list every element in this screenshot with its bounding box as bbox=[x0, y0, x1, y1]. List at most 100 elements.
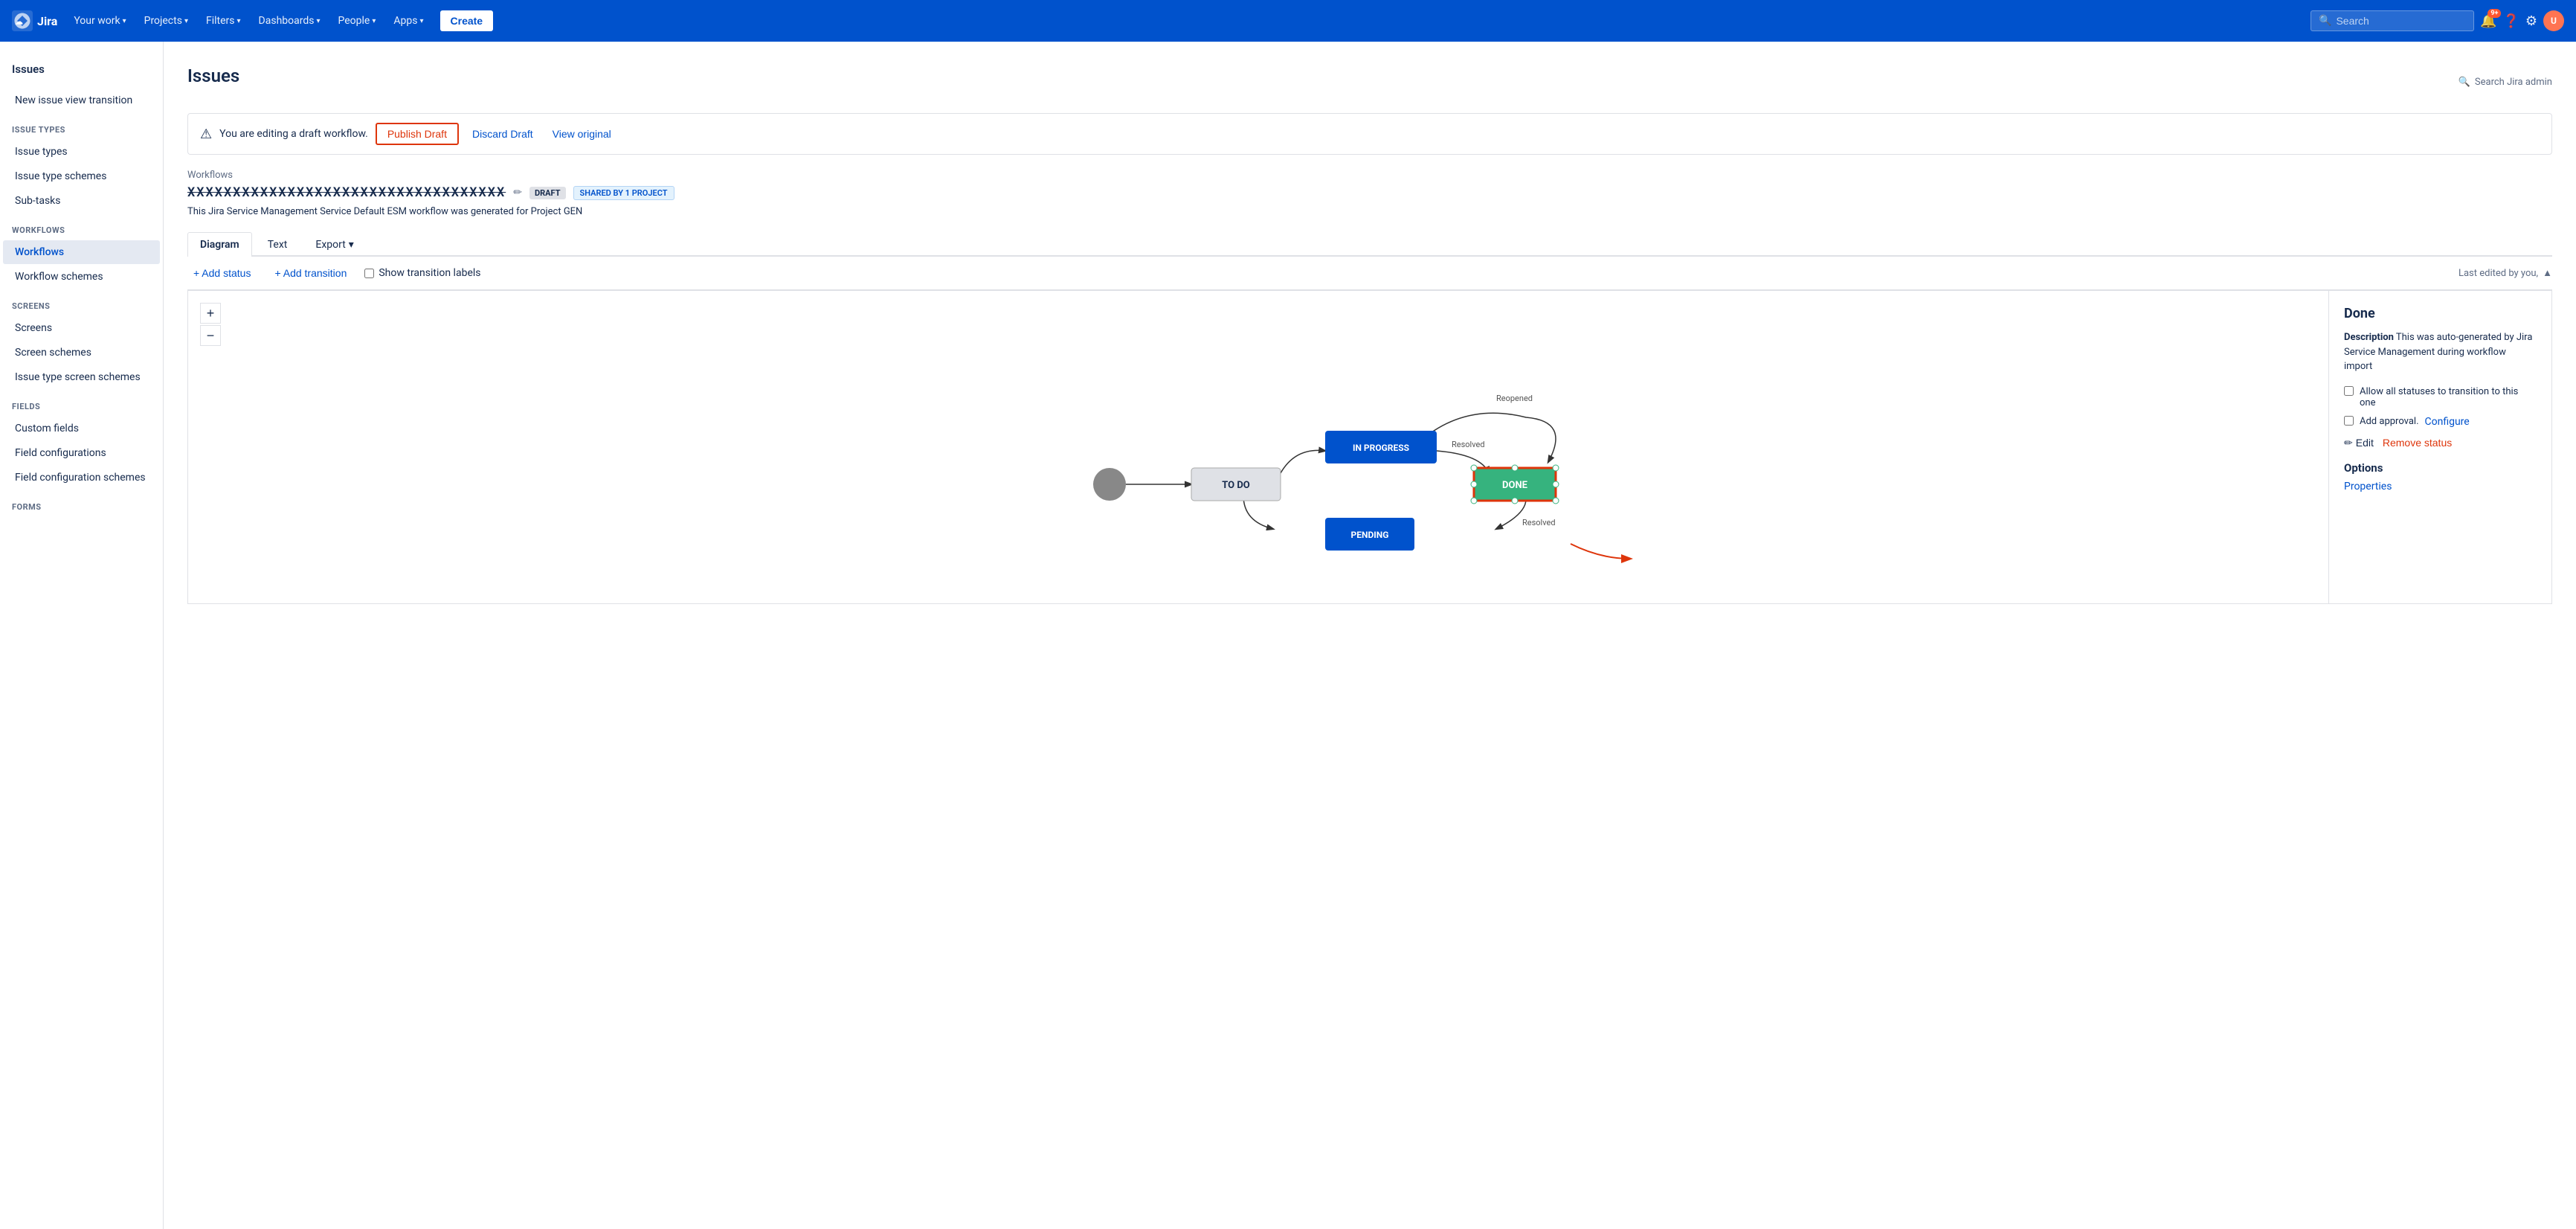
tab-diagram[interactable]: Diagram bbox=[187, 232, 252, 257]
start-node bbox=[1093, 468, 1126, 501]
publish-draft-button[interactable]: Publish Draft bbox=[376, 123, 459, 145]
tab-export[interactable]: Export ▾ bbox=[303, 232, 366, 257]
chevron-down-icon: ▾ bbox=[237, 17, 241, 25]
description-label: Description bbox=[2344, 332, 2394, 343]
breadcrumb: Workflows bbox=[187, 170, 2552, 181]
nav-apps[interactable]: Apps ▾ bbox=[386, 10, 431, 31]
search-admin-button[interactable]: 🔍 Search Jira admin bbox=[2459, 77, 2552, 88]
add-transition-button[interactable]: + Add transition bbox=[268, 264, 352, 282]
sidebar-item-screens[interactable]: Screens bbox=[3, 316, 160, 340]
draft-banner-message: You are editing a draft workflow. bbox=[219, 128, 368, 140]
chevron-down-icon: ▾ bbox=[372, 17, 376, 25]
chevron-up-icon: ▲ bbox=[2543, 267, 2552, 279]
app-layout: Issues New issue view transition ISSUE T… bbox=[0, 0, 2576, 1229]
add-approval-checkbox[interactable] bbox=[2344, 416, 2354, 426]
settings-button[interactable]: ⚙ bbox=[2525, 13, 2537, 29]
diagram-area[interactable]: + − Resolved bbox=[187, 290, 2552, 604]
remove-status-button[interactable]: Remove status bbox=[2383, 437, 2452, 449]
nav-your-work[interactable]: Your work ▾ bbox=[66, 10, 133, 31]
zoom-controls: + − bbox=[200, 303, 221, 346]
add-approval-row: Add approval. Configure bbox=[2344, 416, 2537, 428]
transition-labels-input[interactable] bbox=[364, 269, 374, 278]
sidebar-item-field-configuration-schemes[interactable]: Field configuration schemes bbox=[3, 466, 160, 490]
show-transition-labels-checkbox[interactable]: Show transition labels bbox=[364, 267, 480, 279]
diagram-wrapper: + − Resolved bbox=[187, 290, 2552, 604]
svg-text:PENDING: PENDING bbox=[1351, 530, 1389, 540]
nav-dashboards[interactable]: Dashboards ▾ bbox=[251, 10, 328, 31]
diagram-toolbar: + Add status + Add transition Show trans… bbox=[187, 257, 2552, 290]
svg-text:TO DO: TO DO bbox=[1222, 480, 1250, 491]
shared-badge: SHARED BY 1 PROJECT bbox=[573, 186, 674, 200]
sidebar-top-label: Issues bbox=[0, 57, 163, 88]
sidebar-section-forms: FORMS bbox=[0, 490, 163, 516]
create-button[interactable]: Create bbox=[440, 10, 494, 31]
topnav-right-section: 🔍 🔔 9+ ❓ ⚙ U bbox=[2311, 10, 2564, 31]
sidebar-section-fields: FIELDS bbox=[0, 390, 163, 416]
edit-status-button[interactable]: ✏ Edit bbox=[2344, 437, 2374, 449]
draft-banner: ⚠ You are editing a draft workflow. Publ… bbox=[187, 113, 2552, 155]
top-navigation: ☁ Jira Your work ▾ Projects ▾ Filters ▾ … bbox=[0, 0, 2576, 42]
options-title: Options bbox=[2344, 461, 2537, 475]
search-input[interactable] bbox=[2336, 15, 2455, 27]
help-button[interactable]: ❓ bbox=[2502, 13, 2519, 29]
tab-text[interactable]: Text bbox=[255, 232, 300, 257]
sidebar-item-screen-schemes[interactable]: Screen schemes bbox=[3, 341, 160, 365]
warning-icon: ⚠ bbox=[200, 126, 212, 142]
last-edited-info: Last edited by you, ▲ bbox=[2459, 267, 2552, 279]
sidebar-section-issue-types: ISSUE TYPES bbox=[0, 113, 163, 139]
notifications-button[interactable]: 🔔 9+ bbox=[2480, 13, 2496, 29]
edit-workflow-icon[interactable]: ✏ bbox=[513, 187, 522, 199]
sidebar-section-workflows: WORKFLOWS bbox=[0, 214, 163, 240]
sidebar-item-new-issue-transition[interactable]: New issue view transition bbox=[3, 89, 160, 112]
chevron-down-icon: ▾ bbox=[419, 17, 423, 25]
svg-text:Resolved: Resolved bbox=[1452, 440, 1485, 449]
chevron-down-icon: ▾ bbox=[184, 17, 188, 25]
chevron-down-icon: ▾ bbox=[123, 17, 126, 25]
nav-projects[interactable]: Projects ▾ bbox=[137, 10, 196, 31]
sidebar-item-issue-types[interactable]: Issue types bbox=[3, 140, 160, 164]
properties-link[interactable]: Properties bbox=[2344, 481, 2392, 492]
svg-text:Reopened: Reopened bbox=[1496, 394, 1533, 403]
allow-all-statuses-checkbox[interactable] bbox=[2344, 386, 2354, 396]
app-logo[interactable]: ☁ Jira bbox=[12, 10, 57, 31]
main-navigation: Your work ▾ Projects ▾ Filters ▾ Dashboa… bbox=[66, 10, 431, 31]
avatar[interactable]: U bbox=[2543, 10, 2564, 31]
sidebar-item-issue-type-schemes[interactable]: Issue type schemes bbox=[3, 164, 160, 188]
allow-all-statuses-label: Allow all statuses to transition to this… bbox=[2360, 386, 2537, 408]
chevron-down-icon: ▾ bbox=[349, 239, 354, 251]
page-title: Issues bbox=[187, 65, 239, 86]
configure-link[interactable]: Configure bbox=[2425, 416, 2470, 428]
sidebar: Issues New issue view transition ISSUE T… bbox=[0, 42, 164, 1229]
nav-filters[interactable]: Filters ▾ bbox=[199, 10, 248, 31]
sidebar-item-field-configurations[interactable]: Field configurations bbox=[3, 441, 160, 465]
svg-text:☁: ☁ bbox=[15, 17, 23, 26]
chevron-down-icon: ▾ bbox=[316, 17, 320, 25]
draft-badge: DRAFT bbox=[529, 187, 566, 199]
workflow-title: XXXXXXXXXXXXXXXXXXXXXXXXXXXXXXXXXXX bbox=[187, 185, 506, 200]
global-search[interactable]: 🔍 bbox=[2311, 10, 2474, 31]
sidebar-item-custom-fields[interactable]: Custom fields bbox=[3, 417, 160, 440]
svg-text:IN PROGRESS: IN PROGRESS bbox=[1353, 443, 1409, 453]
sidebar-item-issue-type-screen-schemes[interactable]: Issue type screen schemes bbox=[3, 365, 160, 389]
notifications-badge: 9+ bbox=[2488, 9, 2501, 18]
logo-text: Jira bbox=[37, 14, 57, 28]
view-original-button[interactable]: View original bbox=[547, 124, 617, 144]
status-detail-panel: Done Description This was auto-generated… bbox=[2328, 291, 2551, 603]
panel-title: Done bbox=[2344, 306, 2537, 321]
workflow-description: This Jira Service Management Service Def… bbox=[187, 206, 2552, 217]
sidebar-item-workflow-schemes[interactable]: Workflow schemes bbox=[3, 265, 160, 289]
sidebar-item-workflows[interactable]: Workflows bbox=[3, 240, 160, 264]
workflow-diagram[interactable]: Resolved Reopened Resolved bbox=[188, 291, 2551, 603]
nav-people[interactable]: People ▾ bbox=[331, 10, 384, 31]
zoom-out-button[interactable]: − bbox=[200, 325, 221, 346]
add-status-button[interactable]: + Add status bbox=[187, 264, 257, 282]
panel-description: Description This was auto-generated by J… bbox=[2344, 330, 2537, 374]
sidebar-item-sub-tasks[interactable]: Sub-tasks bbox=[3, 189, 160, 213]
add-approval-label: Add approval. bbox=[2360, 416, 2419, 427]
sidebar-section-screens: SCREENS bbox=[0, 289, 163, 315]
svg-text:Resolved: Resolved bbox=[1522, 518, 1556, 527]
workflow-title-row: XXXXXXXXXXXXXXXXXXXXXXXXXXXXXXXXXXX ✏ DR… bbox=[187, 185, 2552, 200]
discard-draft-button[interactable]: Discard Draft bbox=[466, 124, 539, 144]
pencil-icon: ✏ bbox=[2344, 437, 2353, 449]
zoom-in-button[interactable]: + bbox=[200, 303, 221, 324]
